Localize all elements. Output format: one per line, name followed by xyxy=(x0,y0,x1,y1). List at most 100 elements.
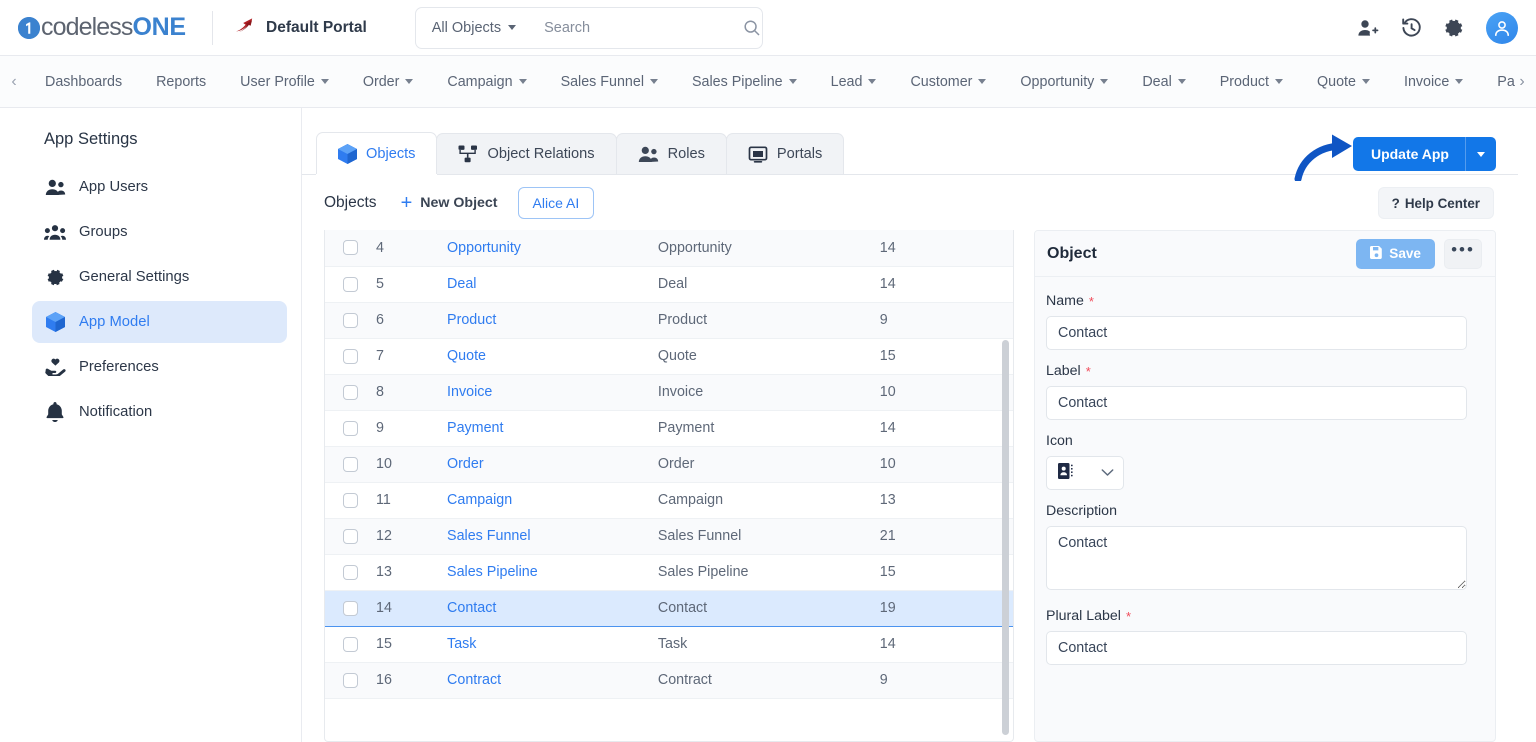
row-name-link[interactable]: Opportunity xyxy=(447,240,521,256)
nav-scroll-left-icon[interactable]: ‹ xyxy=(0,73,28,91)
row-checkbox-cell xyxy=(325,338,377,375)
row-checkbox[interactable] xyxy=(343,564,359,580)
row-checkbox[interactable] xyxy=(343,636,359,652)
nav-item-product[interactable]: Product xyxy=(1203,56,1300,107)
row-checkbox[interactable] xyxy=(343,456,359,472)
table-row[interactable]: 7 Quote Quote 15 xyxy=(325,338,1013,375)
sidebar-item-preferences[interactable]: Preferences xyxy=(32,346,287,388)
table-row[interactable]: 15 Task Task 14 xyxy=(325,626,1013,663)
tab-portals[interactable]: Portals xyxy=(725,133,845,174)
table-row[interactable]: 4 Opportunity Opportunity 14 xyxy=(325,230,1013,267)
tab-object-relations[interactable]: Object Relations xyxy=(436,133,617,174)
row-checkbox[interactable] xyxy=(343,672,359,688)
table-row[interactable]: 10 Order Order 10 xyxy=(325,446,1013,483)
sidebar-item-app-model[interactable]: App Model xyxy=(32,301,287,343)
search-scope-select[interactable]: All Objects xyxy=(416,8,530,48)
cube-icon xyxy=(338,143,357,164)
row-id: 4 xyxy=(376,230,448,267)
nav-item-deal[interactable]: Deal xyxy=(1125,56,1202,107)
search-input[interactable] xyxy=(530,7,744,48)
table-scrollbar[interactable] xyxy=(1000,230,1010,741)
nav-item-opportunity[interactable]: Opportunity xyxy=(1003,56,1125,107)
sidebar-item-app-users[interactable]: App Users xyxy=(32,166,287,208)
more-options-button[interactable]: ••• xyxy=(1444,238,1482,269)
table-row[interactable]: 11 Campaign Campaign 13 xyxy=(325,482,1013,519)
row-name-cell: Campaign xyxy=(447,482,658,519)
table-row[interactable]: 8 Invoice Invoice 10 xyxy=(325,374,1013,411)
field-name-label-text: Name xyxy=(1046,293,1084,309)
help-center-button[interactable]: ? Help Center xyxy=(1377,187,1494,219)
avatar[interactable] xyxy=(1486,11,1518,44)
table-row[interactable]: 13 Sales Pipeline Sales Pipeline 15 xyxy=(325,554,1013,591)
objects-table: 4 Opportunity Opportunity 14 5 Deal Deal 14 6 Pro… xyxy=(325,230,1013,699)
row-field-count: 19 xyxy=(879,589,1013,627)
save-button[interactable]: Save xyxy=(1356,238,1435,269)
row-name-link[interactable]: Order xyxy=(447,456,484,472)
row-name-link[interactable]: Task xyxy=(447,636,476,652)
table-row[interactable]: 9 Payment Payment 14 xyxy=(325,410,1013,447)
nav-item-invoice[interactable]: Invoice xyxy=(1387,56,1480,107)
row-checkbox[interactable] xyxy=(343,492,359,508)
row-id: 8 xyxy=(376,374,448,411)
row-name-link[interactable]: Deal xyxy=(447,276,476,292)
nav-item-lead[interactable]: Lead xyxy=(814,56,894,107)
row-field-count: 10 xyxy=(879,374,1013,411)
nav-item-sales-funnel[interactable]: Sales Funnel xyxy=(544,56,675,107)
sidebar-item-groups[interactable]: Groups xyxy=(32,211,287,253)
row-name-link[interactable]: Campaign xyxy=(447,492,512,508)
row-checkbox[interactable] xyxy=(343,600,359,616)
row-name-link[interactable]: Contact xyxy=(447,600,496,616)
nav-item-customer[interactable]: Customer xyxy=(893,56,1003,107)
row-name-link[interactable]: Quote xyxy=(447,348,486,364)
history-icon[interactable] xyxy=(1401,17,1422,38)
portal-selector[interactable]: Default Portal xyxy=(213,0,389,55)
tab-roles[interactable]: Roles xyxy=(615,133,727,174)
row-name-link[interactable]: Sales Pipeline xyxy=(447,564,538,580)
row-name-link[interactable]: Contract xyxy=(447,672,501,688)
app-logo[interactable]: codelessONE xyxy=(0,0,212,55)
nav-item-reports[interactable]: Reports xyxy=(139,56,223,107)
table-row[interactable]: 5 Deal Deal 14 xyxy=(325,266,1013,303)
description-textarea[interactable]: Contact xyxy=(1046,526,1467,590)
row-id: 9 xyxy=(376,410,448,447)
row-checkbox[interactable] xyxy=(343,528,359,544)
sidebar-item-notification[interactable]: Notification xyxy=(32,391,287,433)
nav-item-user-profile[interactable]: User Profile xyxy=(223,56,346,107)
update-app-dropdown-toggle[interactable] xyxy=(1466,151,1496,157)
table-scrollbar-thumb[interactable] xyxy=(1002,340,1009,735)
row-checkbox[interactable] xyxy=(343,276,359,292)
tab-bar: Objects Object Relations Roles Portals Upda… xyxy=(302,127,1518,183)
nav-item-order[interactable]: Order xyxy=(346,56,431,107)
table-row[interactable]: 16 Contract Contract 9 xyxy=(325,662,1013,699)
nav-item-dashboards[interactable]: Dashboards xyxy=(28,56,139,107)
add-user-icon[interactable] xyxy=(1357,18,1379,38)
tab-objects[interactable]: Objects xyxy=(316,132,438,175)
nav-item-campaign[interactable]: Campaign xyxy=(430,56,543,107)
sidebar-item-general-settings[interactable]: General Settings xyxy=(32,256,287,298)
gear-icon[interactable] xyxy=(1444,18,1464,38)
alice-ai-button[interactable]: Alice AI xyxy=(517,187,595,219)
new-object-button[interactable]: + New Object xyxy=(401,193,498,213)
row-checkbox[interactable] xyxy=(343,420,359,436)
table-row[interactable]: 6 Product Product 9 xyxy=(325,302,1013,339)
name-input[interactable] xyxy=(1046,316,1467,350)
row-name-link[interactable]: Invoice xyxy=(447,384,492,400)
page-title: App Settings xyxy=(44,130,138,148)
row-checkbox[interactable] xyxy=(343,348,359,364)
nav-scroll-right-icon[interactable]: › xyxy=(1508,73,1536,91)
search-icon[interactable] xyxy=(743,19,775,37)
label-input[interactable] xyxy=(1046,386,1467,420)
row-checkbox[interactable] xyxy=(343,240,359,256)
row-name-link[interactable]: Payment xyxy=(447,420,503,436)
nav-item-sales-pipeline[interactable]: Sales Pipeline xyxy=(675,56,814,107)
row-checkbox[interactable] xyxy=(343,384,359,400)
icon-picker[interactable] xyxy=(1046,456,1124,490)
row-name-link[interactable]: Product xyxy=(447,312,496,328)
table-row[interactable]: 14 Contact Contact 19 xyxy=(325,589,1013,627)
table-row[interactable]: 12 Sales Funnel Sales Funnel 21 xyxy=(325,518,1013,555)
plural-label-input[interactable] xyxy=(1046,631,1467,665)
update-app-button[interactable]: Update App xyxy=(1352,137,1496,171)
row-checkbox[interactable] xyxy=(343,312,359,328)
row-name-link[interactable]: Sales Funnel xyxy=(447,528,530,544)
nav-item-quote[interactable]: Quote xyxy=(1300,56,1387,107)
